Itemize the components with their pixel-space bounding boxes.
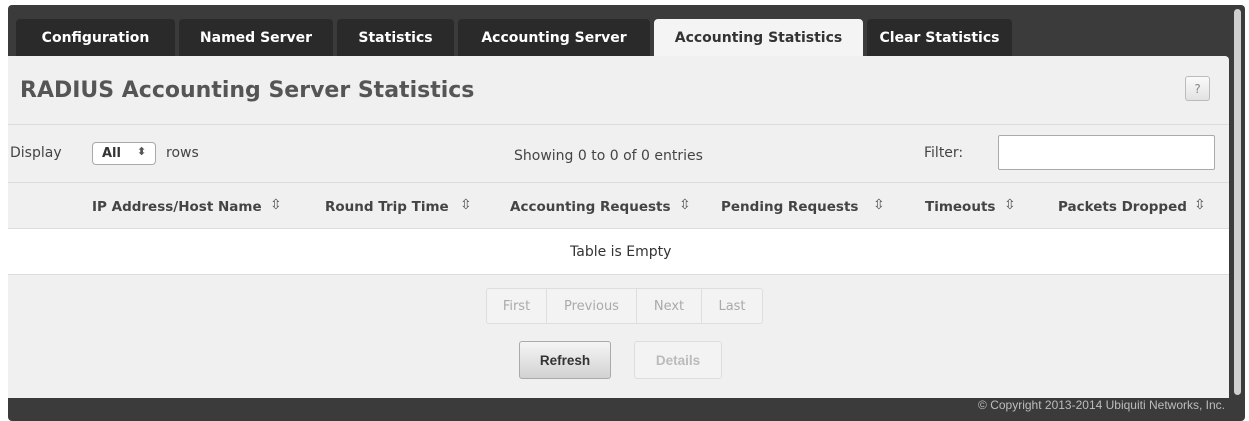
filter-label: Filter: (924, 145, 964, 161)
tab-accounting-statistics[interactable]: Accounting Statistics (654, 19, 863, 56)
sort-icon[interactable]: ⇳ (679, 197, 691, 213)
table-controls: Display All ⬍ rows Showing 0 to 0 of 0 e… (8, 126, 1229, 183)
table-row: Table is Empty (8, 229, 1229, 275)
column-header-ip-address[interactable]: IP Address/Host Name (92, 199, 262, 215)
tab-configuration[interactable]: Configuration (16, 19, 175, 56)
details-button[interactable]: Details (634, 341, 722, 379)
sort-icon[interactable]: ⇳ (873, 197, 885, 213)
refresh-button[interactable]: Refresh (519, 341, 611, 379)
pager-last-button[interactable]: Last (702, 289, 762, 323)
vertical-scrollbar[interactable] (1234, 9, 1241, 395)
help-button[interactable]: ? (1185, 76, 1210, 101)
sort-icon[interactable]: ⇳ (460, 197, 472, 213)
page-title: RADIUS Accounting Server Statistics (20, 78, 475, 103)
column-header-round-trip-time[interactable]: Round Trip Time (325, 199, 449, 215)
copyright-text: © Copyright 2013-2014 Ubiquiti Networks,… (978, 398, 1225, 412)
tab-clear-statistics[interactable]: Clear Statistics (867, 19, 1012, 56)
pager-previous-button[interactable]: Previous (547, 289, 637, 323)
tab-statistics[interactable]: Statistics (337, 19, 454, 56)
rows-per-page-select[interactable]: All ⬍ (92, 142, 156, 165)
sort-icon[interactable]: ⇳ (1194, 197, 1206, 213)
column-header-accounting-requests[interactable]: Accounting Requests (510, 199, 671, 215)
tab-named-server[interactable]: Named Server (179, 19, 333, 56)
pager-next-button[interactable]: Next (637, 289, 702, 323)
sort-icon[interactable]: ⇳ (270, 197, 282, 213)
page-header: RADIUS Accounting Server Statistics ? (8, 56, 1229, 125)
app-frame: Configuration Named Server Statistics Ac… (8, 5, 1245, 421)
empty-table-message: Table is Empty (570, 244, 672, 260)
column-header-packets-dropped[interactable]: Packets Dropped (1058, 199, 1187, 215)
pagination: First Previous Next Last (486, 288, 763, 324)
column-header-pending-requests[interactable]: Pending Requests (721, 199, 858, 215)
select-arrows-icon: ⬍ (137, 145, 147, 158)
display-label: Display (10, 145, 62, 161)
rows-label: rows (166, 145, 199, 161)
sort-icon[interactable]: ⇳ (1004, 197, 1016, 213)
entries-info: Showing 0 to 0 of 0 entries (514, 148, 703, 164)
filter-input[interactable] (998, 135, 1215, 170)
column-header-timeouts[interactable]: Timeouts (925, 199, 995, 215)
rows-select-value: All (102, 146, 121, 161)
pager-first-button[interactable]: First (487, 289, 547, 323)
table-header: IP Address/Host Name ⇳ Round Trip Time ⇳… (8, 184, 1229, 229)
content-panel: RADIUS Accounting Server Statistics ? Di… (8, 56, 1229, 398)
tab-bar: Configuration Named Server Statistics Ac… (16, 19, 1016, 56)
tab-accounting-server[interactable]: Accounting Server (458, 19, 650, 56)
